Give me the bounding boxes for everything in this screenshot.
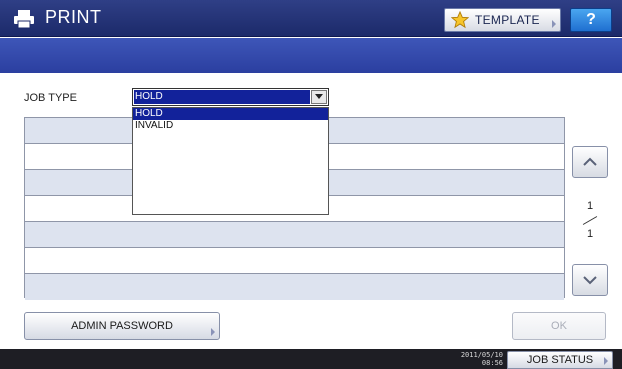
status-time: 08:56 xyxy=(481,359,503,367)
job-status-button[interactable]: JOB STATUS xyxy=(507,351,613,369)
page-total: 1 xyxy=(587,228,594,240)
message-banner xyxy=(0,38,622,73)
page-indicator: 1 1 xyxy=(580,200,600,242)
job-type-select[interactable]: HOLD xyxy=(132,88,329,106)
page-current: 1 xyxy=(587,200,594,212)
template-label: TEMPLATE xyxy=(475,13,540,27)
corner-arrow-icon xyxy=(604,357,608,365)
page-title: PRINT xyxy=(45,7,102,27)
dropdown-option-hold[interactable]: HOLD xyxy=(133,108,328,120)
dropdown-option-invalid[interactable]: INVALID xyxy=(133,120,328,132)
scroll-up-button[interactable] xyxy=(572,146,608,178)
scroll-down-button[interactable] xyxy=(572,264,608,296)
list-item[interactable] xyxy=(25,222,564,248)
help-button[interactable]: ? xyxy=(570,8,612,32)
list-item[interactable] xyxy=(25,274,564,300)
printer-icon xyxy=(14,10,34,29)
job-type-label: JOB TYPE xyxy=(24,92,77,104)
job-status-label: JOB STATUS xyxy=(526,354,594,366)
admin-password-label: ADMIN PASSWORD xyxy=(71,320,173,332)
list-item[interactable] xyxy=(25,248,564,274)
corner-arrow-icon xyxy=(552,20,556,28)
date-time: 2011/05/10 08:56 xyxy=(455,351,503,367)
title-bar: PRINT TEMPLATE ? xyxy=(0,0,622,37)
template-button[interactable]: TEMPLATE xyxy=(444,8,561,32)
corner-arrow-icon xyxy=(211,328,215,336)
job-type-dropdown: HOLD INVALID xyxy=(132,107,329,215)
admin-password-button[interactable]: ADMIN PASSWORD xyxy=(24,312,220,340)
status-date: 2011/05/10 xyxy=(460,351,503,359)
ok-button[interactable]: OK xyxy=(512,312,606,340)
chevron-up-icon xyxy=(583,157,597,166)
chevron-down-icon[interactable] xyxy=(311,90,327,104)
chevron-down-icon xyxy=(583,276,597,285)
page-divider xyxy=(582,216,598,225)
job-type-selected-value: HOLD xyxy=(134,90,310,104)
star-icon xyxy=(451,11,469,29)
